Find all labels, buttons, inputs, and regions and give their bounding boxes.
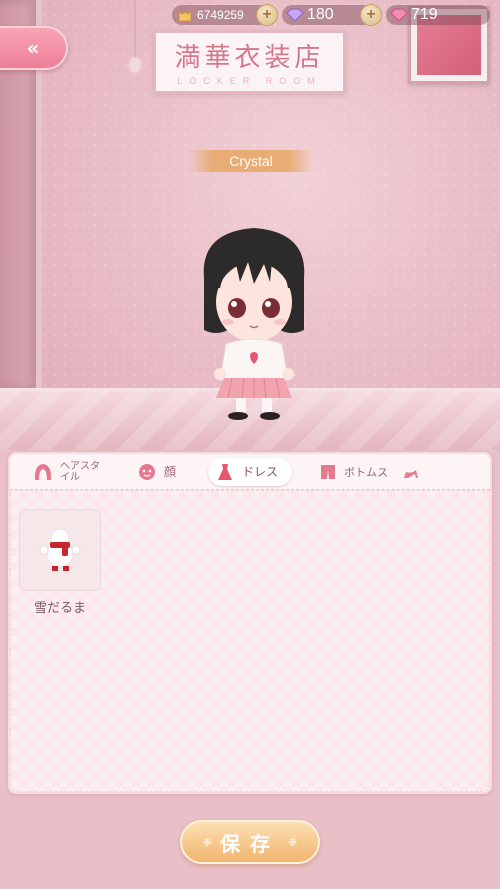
purple-gem-icon bbox=[286, 7, 304, 23]
gem-amount: 180 bbox=[307, 6, 334, 23]
save-button-label: 保存 bbox=[220, 831, 280, 856]
snowman-outfit-icon bbox=[36, 524, 84, 576]
character-name-banner: Crystal bbox=[189, 150, 313, 172]
face-icon bbox=[136, 461, 158, 483]
pink-gem-counter: 719 bbox=[386, 5, 490, 25]
back-arrow-icon: « bbox=[26, 36, 40, 60]
bottoms-icon bbox=[318, 461, 338, 483]
tab-shoes[interactable] bbox=[390, 458, 420, 486]
shop-subtitle: LOCKER ROOM bbox=[177, 76, 322, 86]
flower-deco-icon: ❉ bbox=[288, 835, 298, 849]
character-avatar bbox=[192, 222, 316, 422]
add-gems-button[interactable]: + bbox=[360, 4, 382, 26]
item-grid: 雪だるま bbox=[10, 490, 490, 792]
character-name: Crystal bbox=[229, 153, 273, 169]
save-button[interactable]: ❉ 保存 ❉ bbox=[180, 820, 320, 864]
item-label-snowman: 雪だるま bbox=[33, 601, 86, 616]
cat-coin-icon bbox=[176, 7, 194, 23]
shop-title: 満華衣装店 bbox=[174, 43, 325, 73]
category-tabs: ヘアスタイル 顔 ドレス ボトムス bbox=[10, 454, 490, 490]
hair-icon bbox=[32, 461, 54, 483]
tab-face-label: 顔 bbox=[164, 465, 177, 479]
shop-sign: 満華衣装店 LOCKER ROOM bbox=[153, 30, 346, 94]
gem-counter: 180 + bbox=[282, 4, 382, 26]
tab-face[interactable]: 顔 bbox=[108, 458, 200, 486]
item-card-snowman[interactable] bbox=[19, 509, 101, 591]
currency-bar: 6749259 + 180 + 719 bbox=[172, 4, 492, 26]
tab-bottoms[interactable]: ボトムス bbox=[292, 458, 390, 486]
shoe-icon bbox=[402, 461, 422, 483]
chandelier-decoration bbox=[130, 0, 140, 72]
add-coins-button[interactable]: + bbox=[256, 4, 278, 26]
tab-dress-label: ドレス bbox=[242, 465, 279, 479]
flower-deco-icon: ❉ bbox=[202, 835, 212, 849]
tab-hairstyle[interactable]: ヘアスタイル bbox=[10, 458, 108, 486]
pink-gem-icon bbox=[390, 7, 408, 23]
back-button[interactable]: « bbox=[0, 26, 68, 70]
coin-amount: 6749259 bbox=[197, 8, 244, 22]
coin-counter: 6749259 + bbox=[172, 4, 278, 26]
wardrobe-panel: ヘアスタイル 顔 ドレス ボトムス 雪だるま bbox=[8, 452, 492, 794]
pink-gem-amount: 719 bbox=[411, 6, 438, 23]
tab-hairstyle-label: ヘアスタイル bbox=[60, 460, 100, 483]
dress-icon bbox=[214, 461, 236, 483]
tab-bottoms-label: ボトムス bbox=[344, 465, 388, 479]
tab-dress[interactable]: ドレス bbox=[208, 457, 292, 486]
